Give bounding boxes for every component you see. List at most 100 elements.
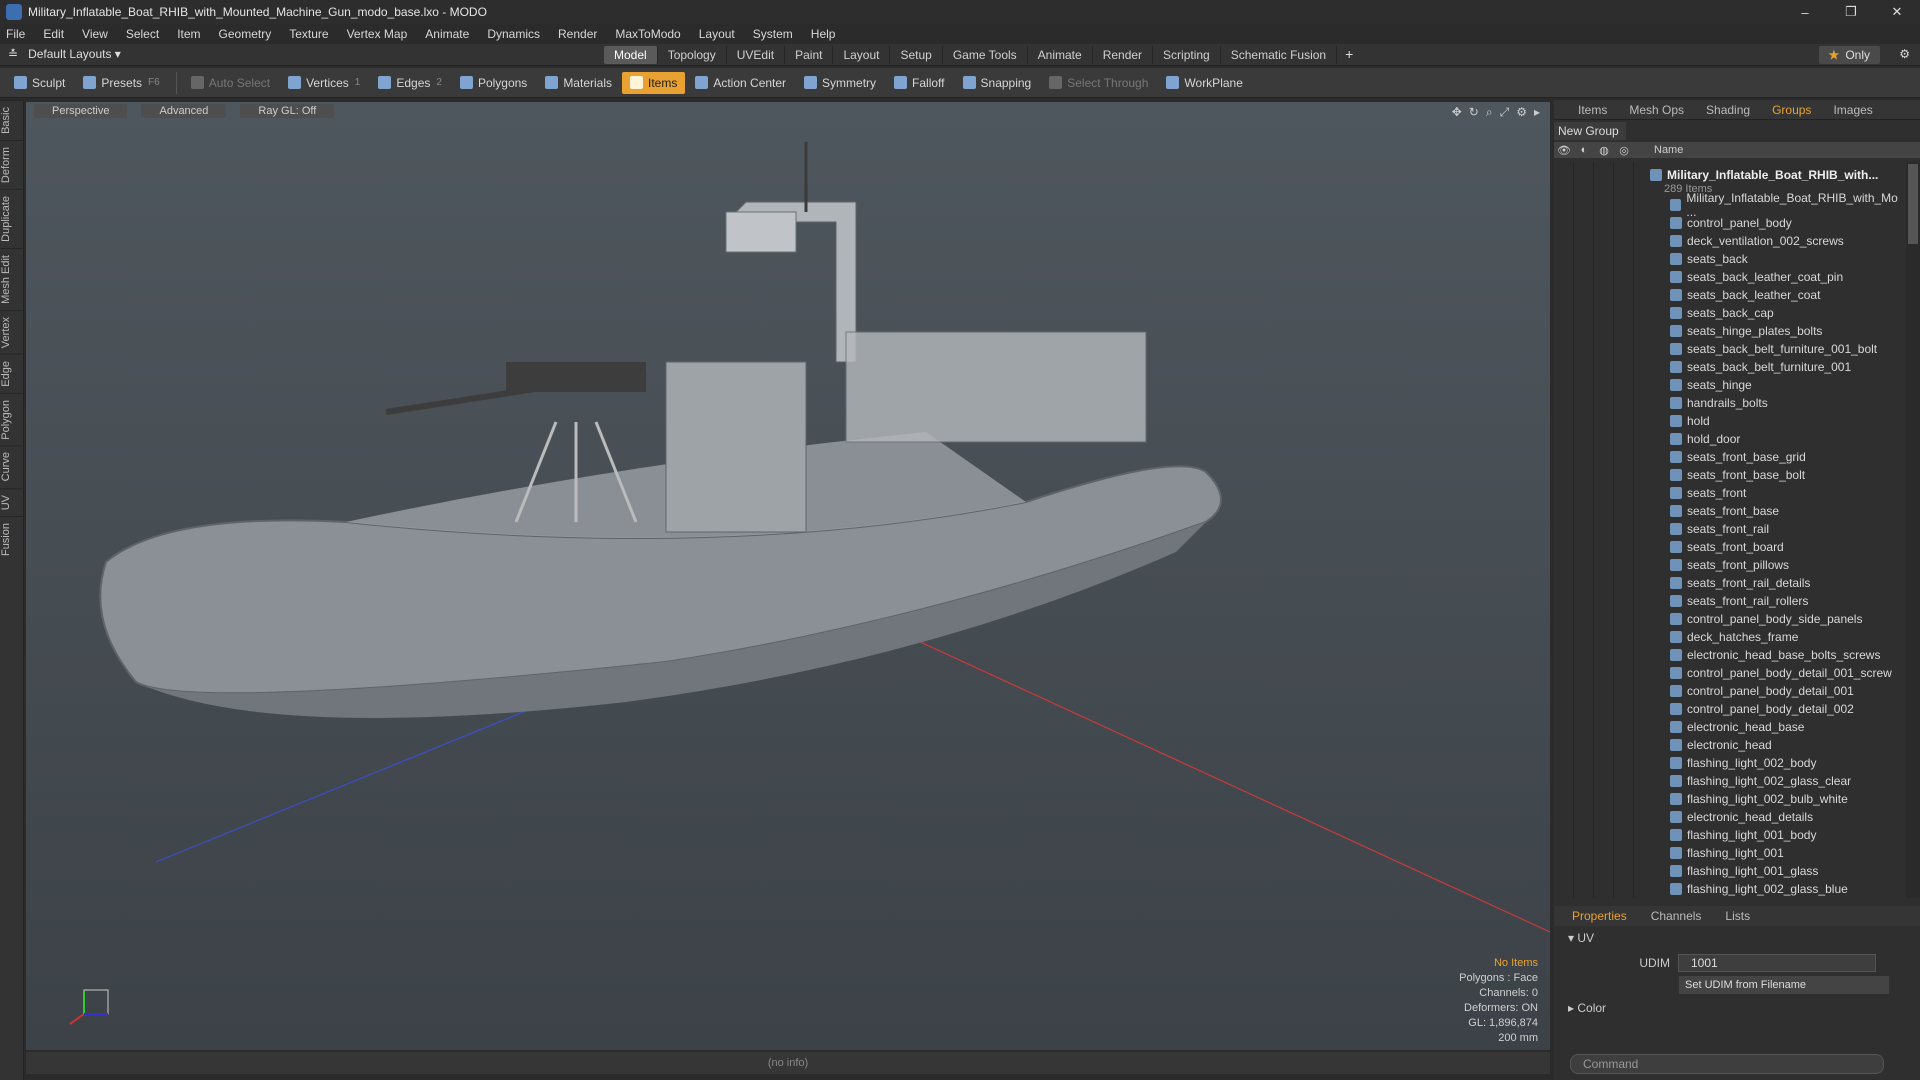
group-tree[interactable]: Military_Inflatable_Boat_RHIB_with... 289… [1554,162,1900,898]
new-group-button[interactable]: New Group [1554,122,1626,140]
materials-button[interactable]: Materials [537,72,620,94]
tab-paint[interactable]: Paint [785,46,834,64]
tab-properties[interactable]: Properties [1572,909,1627,923]
list-item[interactable]: seats_hinge_plates_bolts [1670,322,1822,340]
tab-groups[interactable]: Groups [1772,103,1811,117]
command-input[interactable]: Command [1570,1054,1884,1074]
left-tab-vertex[interactable]: Vertex [0,309,24,354]
layouts-icon[interactable]: ≛ [8,47,18,61]
select-through-button[interactable]: Select Through [1041,72,1156,94]
list-item[interactable]: control_panel_body [1670,214,1792,232]
list-item[interactable]: seats_back_leather_coat_pin [1670,268,1843,286]
left-tab-duplicate[interactable]: Duplicate [0,188,24,248]
list-item[interactable]: electronic_head_base [1670,718,1804,736]
list-item[interactable]: seats_front_base_bolt [1670,466,1805,484]
list-item[interactable]: seats_front_board [1670,538,1784,556]
list-item[interactable]: electronic_head [1670,736,1772,754]
left-tab-edge[interactable]: Edge [0,353,24,393]
select-icon[interactable]: ◎ [1614,144,1634,157]
menu-item-layout[interactable]: Layout [699,27,735,41]
close-button[interactable]: ✕ [1874,0,1920,24]
menu-item-edit[interactable]: Edit [43,27,64,41]
menu-item-animate[interactable]: Animate [425,27,469,41]
list-item[interactable]: seats_front [1670,484,1746,502]
tab-shading[interactable]: Shading [1706,103,1750,117]
list-item[interactable]: handrails_bolts [1670,394,1768,412]
list-item[interactable]: seats_front_base [1670,502,1779,520]
tab-model[interactable]: Model [604,46,658,64]
udim-field[interactable]: 1001 [1678,954,1876,972]
list-item[interactable]: electronic_head_details [1670,808,1813,826]
items-button[interactable]: Items [622,71,686,94]
sculpt-button[interactable]: Sculpt [6,72,73,94]
list-item[interactable]: seats_hinge [1670,376,1752,394]
tab-layout[interactable]: Layout [833,46,891,64]
list-item[interactable]: seats_front_base_grid [1670,448,1806,466]
tab-lists[interactable]: Lists [1725,909,1750,923]
menu-item-file[interactable]: File [6,27,25,41]
tab-schematic-fusion[interactable]: Schematic Fusion [1221,46,1338,64]
list-item[interactable]: flashing_light_002_glass_blue [1670,880,1848,898]
only-button[interactable]: ★ Only [1818,46,1880,64]
left-tab-polygon[interactable]: Polygon [0,392,24,446]
menu-item-item[interactable]: Item [177,27,200,41]
default-layouts-dropdown[interactable]: Default Layouts ▾ [28,47,121,61]
list-item[interactable]: seats_back_leather_coat [1670,286,1820,304]
left-tab-uv[interactable]: UV [0,487,24,517]
list-item[interactable]: control_panel_body_detail_001 [1670,682,1854,700]
menu-item-maxtomodo[interactable]: MaxToModo [615,27,680,41]
list-item[interactable]: deck_ventilation_002_screws [1670,232,1844,250]
list-item[interactable]: Military_Inflatable_Boat_RHIB_with_Mo ..… [1670,191,1900,219]
list-item[interactable]: flashing_light_002_glass_clear [1670,772,1851,790]
list-item[interactable]: control_panel_body_detail_001_screw [1670,664,1892,682]
menu-item-texture[interactable]: Texture [289,27,328,41]
list-item[interactable]: seats_front_pillows [1670,556,1789,574]
tab-topology[interactable]: Topology [658,46,727,64]
list-item[interactable]: seats_back_belt_furniture_001 [1670,358,1851,376]
tree-scrollbar[interactable] [1906,162,1920,898]
left-tab-curve[interactable]: Curve [0,445,24,488]
list-item[interactable]: seats_front_rail_rollers [1670,592,1808,610]
tab-channels[interactable]: Channels [1651,909,1702,923]
snapping-button[interactable]: Snapping [955,72,1040,94]
list-item[interactable]: flashing_light_001 [1670,844,1784,862]
list-item[interactable]: electronic_head_base_bolts_screws [1670,646,1880,664]
symmetry-button[interactable]: Symmetry [796,72,884,94]
edges-button[interactable]: Edges 2 [370,72,450,94]
list-item[interactable]: deck_hatches_frame [1670,628,1798,646]
list-item[interactable]: flashing_light_001_body [1670,826,1816,844]
render-icon[interactable]: ◐ [1574,144,1594,156]
menu-item-select[interactable]: Select [126,27,159,41]
tab-game-tools[interactable]: Game Tools [943,46,1028,64]
list-item[interactable]: control_panel_body_detail_002 [1670,700,1854,718]
action-center-button[interactable]: Action Center [687,72,794,94]
3d-viewport[interactable]: Perspective Advanced Ray GL: Off ✥ ↻ ⌕ ⤢… [26,102,1550,1050]
menu-item-dynamics[interactable]: Dynamics [487,27,540,41]
uv-section[interactable]: ▾ UV [1554,928,1898,948]
list-item[interactable]: seats_back_cap [1670,304,1774,322]
tab-animate[interactable]: Animate [1028,46,1093,64]
list-item[interactable]: hold [1670,412,1710,430]
list-item[interactable]: flashing_light_001_glass [1670,862,1818,880]
color-section[interactable]: ▸ Color [1554,998,1898,1018]
presets-button[interactable]: Presets F6 [75,72,167,94]
tab-images[interactable]: Images [1833,103,1872,117]
list-item[interactable]: control_panel_body_side_panels [1670,610,1862,628]
list-item[interactable]: flashing_light_002_bulb_white [1670,790,1848,808]
minimize-button[interactable]: – [1782,0,1828,24]
left-tab-fusion[interactable]: Fusion [0,516,24,563]
left-tab-mesh-edit[interactable]: Mesh Edit [0,247,24,310]
falloff-button[interactable]: Falloff [886,72,952,94]
tab-mesh-ops[interactable]: Mesh Ops [1629,103,1684,117]
workplane-button[interactable]: WorkPlane [1158,72,1250,94]
maximize-button[interactable]: ❐ [1828,0,1874,24]
scroll-thumb[interactable] [1908,164,1918,244]
gear-icon[interactable]: ⚙ [1899,47,1910,61]
menu-item-geometry[interactable]: Geometry [219,27,272,41]
menu-item-vertex-map[interactable]: Vertex Map [347,27,408,41]
tab-setup[interactable]: Setup [890,46,943,64]
menu-item-view[interactable]: View [82,27,108,41]
polygons-button[interactable]: Polygons [452,72,535,94]
menu-item-render[interactable]: Render [558,27,597,41]
add-tab-icon[interactable]: + [1345,46,1353,64]
